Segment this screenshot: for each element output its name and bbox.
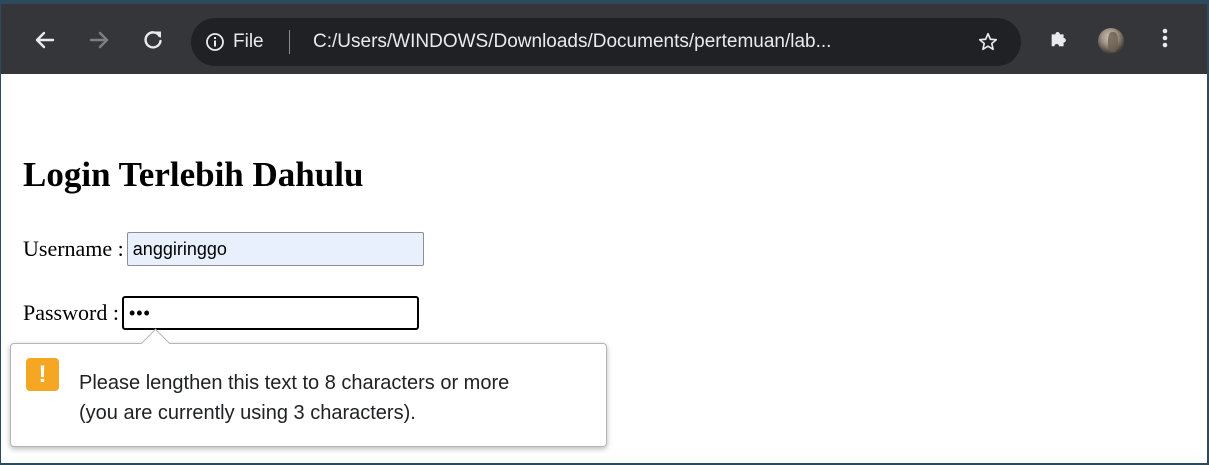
url-scheme-label: File	[233, 31, 264, 52]
reload-button[interactable]	[135, 22, 171, 58]
avatar[interactable]	[1098, 28, 1124, 54]
info-icon[interactable]	[203, 30, 227, 54]
browser-toolbar: File C:/Users/WINDOWS/Downloads/Document…	[1, 0, 1207, 74]
username-row: Username :	[23, 232, 424, 266]
password-row: Password :	[23, 296, 419, 330]
back-button[interactable]	[27, 22, 63, 58]
warning-icon: !	[26, 358, 59, 391]
password-input[interactable]	[121, 296, 419, 330]
validation-message-line1: Please lengthen this text to 8 character…	[79, 372, 510, 394]
browser-window: File C:/Users/WINDOWS/Downloads/Document…	[0, 0, 1209, 465]
validation-message: Please lengthen this text to 8 character…	[79, 368, 599, 428]
extensions-button[interactable]	[1045, 26, 1073, 54]
validation-tooltip: ! Please lengthen this text to 8 charact…	[10, 328, 607, 447]
password-label: Password :	[23, 300, 119, 325]
validation-message-line2: (you are currently using 3 characters).	[79, 402, 416, 424]
reload-icon	[142, 29, 164, 51]
back-arrow-icon	[34, 29, 56, 51]
address-bar[interactable]: File C:/Users/WINDOWS/Downloads/Document…	[191, 18, 1021, 66]
forward-button[interactable]	[81, 22, 117, 58]
kebab-menu-icon	[1162, 27, 1168, 54]
url-text[interactable]: C:/Users/WINDOWS/Downloads/Documents/per…	[313, 30, 955, 54]
username-label: Username :	[23, 236, 124, 261]
star-icon[interactable]	[973, 28, 1003, 56]
browser-menu-button[interactable]	[1151, 26, 1179, 54]
url-separator	[289, 30, 290, 54]
username-input[interactable]	[126, 232, 424, 266]
page-title: Login Terlebih Dahulu	[23, 155, 364, 194]
forward-arrow-icon	[88, 29, 110, 51]
puzzle-icon	[1048, 27, 1070, 54]
